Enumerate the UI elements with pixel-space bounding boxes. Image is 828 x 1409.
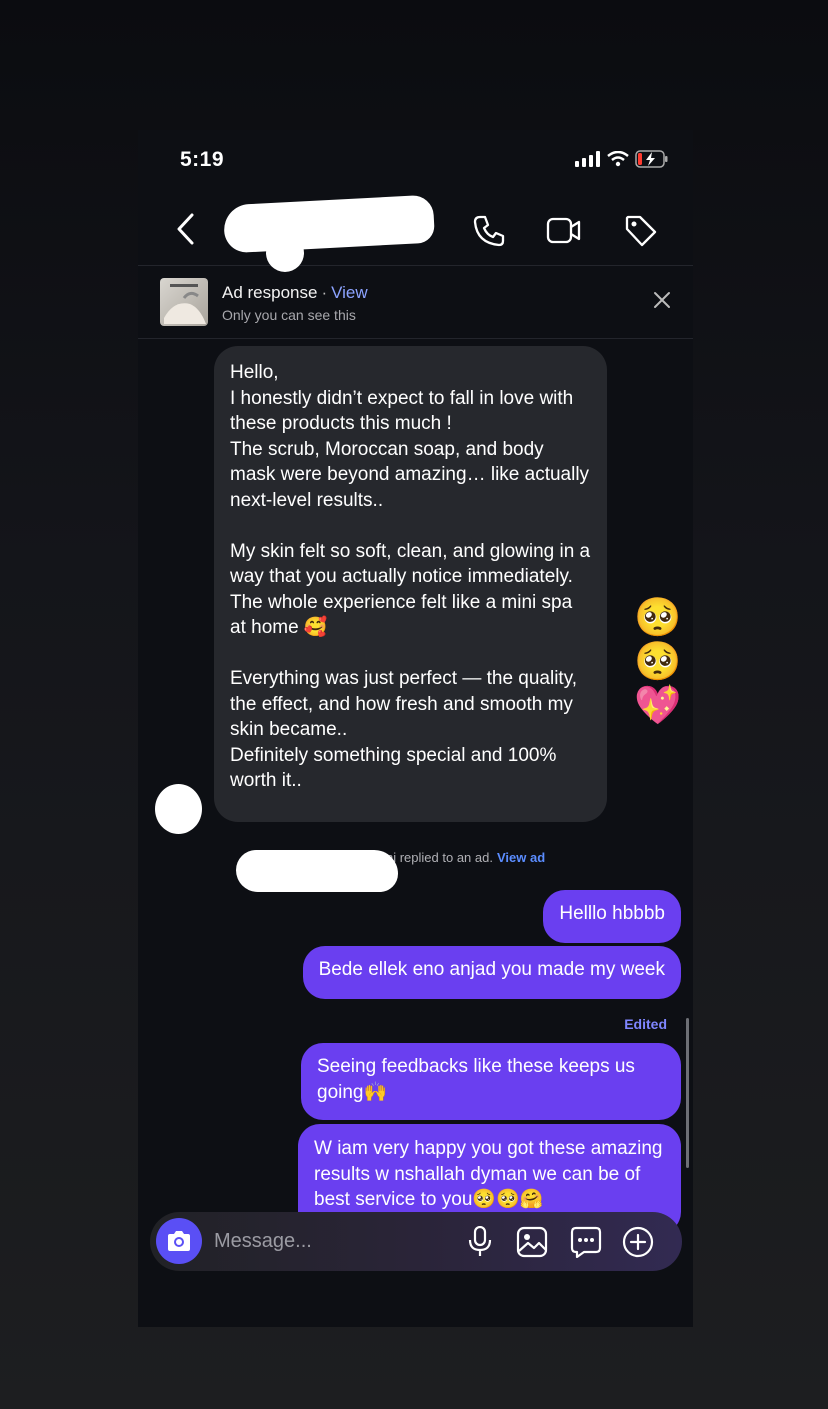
message-composer: Message...: [150, 1212, 682, 1271]
signal-icon: [575, 151, 600, 167]
sender-name-redacted: [236, 850, 398, 892]
outgoing-message[interactable]: Helllo hbbbb: [543, 890, 681, 943]
message-input[interactable]: Message...: [214, 1230, 312, 1253]
ad-thumbnail[interactable]: [160, 278, 208, 326]
phone-icon[interactable]: [472, 214, 506, 248]
replied-note-text: ni replied to an ad.: [386, 850, 493, 865]
chat-header: [138, 194, 693, 272]
sticker-chat-icon[interactable]: [570, 1226, 602, 1258]
camera-button[interactable]: [156, 1218, 202, 1264]
chevron-left-icon[interactable]: [174, 212, 198, 246]
incoming-message[interactable]: Hello, I honestly didn’t expect to fall …: [214, 346, 607, 822]
contact-name-redacted[interactable]: [222, 194, 436, 254]
gallery-icon[interactable]: [516, 1226, 548, 1258]
scrollbar[interactable]: [686, 1018, 689, 1168]
avatar[interactable]: [155, 784, 202, 834]
view-ad-link[interactable]: View: [331, 283, 368, 302]
microphone-icon[interactable]: [468, 1226, 492, 1258]
message-reaction[interactable]: 🥺🥺💖: [634, 596, 693, 728]
tag-icon[interactable]: [624, 214, 658, 248]
status-time: 5:19: [180, 148, 225, 171]
outgoing-message[interactable]: Bede ellek eno anjad you made my week: [302, 946, 681, 999]
phone-screen: 5:19 Ad response · View Only you can see…: [138, 130, 693, 1327]
add-icon[interactable]: [622, 1226, 654, 1258]
separator-dot: ·: [321, 283, 328, 302]
ad-response-banner: Ad response · View Only you can see this: [138, 267, 693, 339]
status-bar: 5:19: [138, 130, 693, 188]
ad-banner-subtitle: Only you can see this: [222, 307, 356, 323]
wifi-icon: [607, 151, 629, 167]
outgoing-message[interactable]: Seeing feedbacks like these keeps us goi…: [301, 1043, 681, 1120]
video-icon[interactable]: [546, 214, 582, 248]
view-ad-link[interactable]: View ad: [497, 850, 545, 865]
battery-icon: [635, 150, 668, 168]
replied-to-ad-note: ni replied to an ad. View ad: [386, 850, 545, 865]
edited-label: Edited: [624, 1016, 667, 1032]
ad-banner-title: Ad response · View: [222, 283, 368, 303]
close-icon[interactable]: [653, 291, 671, 309]
ad-title-text: Ad response: [222, 283, 318, 302]
camera-icon: [168, 1231, 190, 1251]
